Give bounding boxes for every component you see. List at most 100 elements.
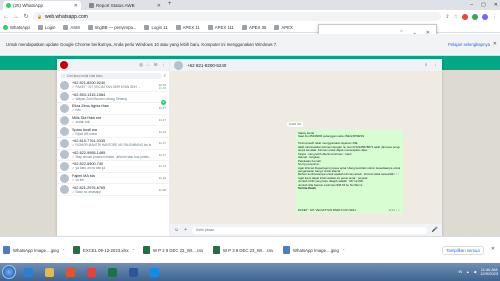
chat-list-item[interactable]: +62 822-6900-740 ✓ ya baru ah no abc jui 1… xyxy=(57,161,169,173)
chat-text: +62 821-2976-6765 ✓ Nasir no whasapp xyxy=(72,186,151,194)
message-bubble[interactable]: Salam kenal Saat ibu 25436606 pelanggan s… xyxy=(295,130,403,213)
chrome-icon xyxy=(86,267,96,277)
bookmark-item[interactable]: ImgBB — penyimpa... xyxy=(87,25,136,30)
message-input[interactable]: Ketik pesan xyxy=(192,226,427,234)
chat-list-item[interactable]: +62 853-1315-1584 ✓ Wayan Zuhri Bunan Lek… xyxy=(57,86,169,105)
microphone-icon[interactable]: 🎤 xyxy=(432,227,438,233)
chat-avatar xyxy=(60,185,69,195)
search-icon[interactable]: ⌕ xyxy=(425,62,428,68)
bookmark-item[interactable]: APEX xyxy=(274,25,293,30)
learn-more-link[interactable]: Pelajari selengkapnya xyxy=(448,42,490,47)
chat-list-item[interactable]: +62 821-8200-5240 ✓ PAKET : SIT VECIATYAN… xyxy=(57,80,169,92)
chat-text: Milis Dia Haw me ✓ sudah kok xyxy=(72,116,151,124)
chat-search-input[interactable]: ⌕ Cari atau mulai chat baru xyxy=(60,72,162,79)
extension-icon[interactable] xyxy=(472,13,478,20)
chat-list-item[interactable]: Eliza Zimo Agnia Haw ✓ foto 11.47 xyxy=(57,103,169,115)
download-filename: W P 3 8 DEC 23_WI....csv xyxy=(223,247,274,253)
forward-icon[interactable]: → xyxy=(13,14,19,20)
chat-meta: 11.08 xyxy=(154,188,166,192)
contact-name[interactable]: +62 821-8200-5240 xyxy=(187,63,226,68)
tab-whatsapp[interactable]: (25) WhatsApp ✕ xyxy=(3,1,81,10)
back-icon[interactable]: ← xyxy=(3,14,9,20)
chat-avatar xyxy=(60,103,69,113)
contact-avatar[interactable] xyxy=(174,60,183,70)
bookmark-item[interactable]: APEX 111 xyxy=(207,25,234,30)
explorer-taskbar-button[interactable] xyxy=(40,265,58,279)
start-button[interactable] xyxy=(2,265,16,279)
menu-icon[interactable]: ⋮ xyxy=(434,62,439,68)
chat-preview: ✓ NOMOR MANTRI HANTORE NE PALEMBANG kiu … xyxy=(72,143,151,148)
chat-list-item[interactable]: Fajimi MA sta ✓ ok km 11.10 xyxy=(57,173,169,185)
download-filename: W P 2 9 DEC 23_WI....csv xyxy=(153,247,204,253)
chat-time: 11.37 xyxy=(158,118,166,123)
download-item[interactable]: EXCEL 09-12-2023.xlsx ⌃ xyxy=(73,241,135,260)
profile-avatar[interactable] xyxy=(482,13,488,20)
network-icon[interactable]: ▲ xyxy=(466,270,469,274)
status-icon[interactable]: ◌ xyxy=(147,62,150,68)
filter-icon[interactable]: ≡ xyxy=(164,73,166,78)
tab-title: (25) WhatsApp xyxy=(13,3,44,8)
extension-icon[interactable] xyxy=(462,13,468,20)
chat-time: 11.08 xyxy=(158,187,166,192)
volume-icon[interactable]: ◀ xyxy=(474,270,477,274)
browser-tab-bar: (25) WhatsApp ✕ Report Status AWB ✕ + – … xyxy=(0,0,500,10)
chrome-taskbar-button[interactable] xyxy=(82,265,100,279)
bookmark-item[interactable]: APEX 11 xyxy=(175,25,200,30)
close-tab-icon[interactable]: ✕ xyxy=(74,3,78,9)
reload-icon[interactable]: ↻ xyxy=(23,13,29,20)
address-bar[interactable]: 🔒 web.whatsapp.com xyxy=(33,12,442,21)
close-window-button[interactable]: ✕ xyxy=(494,2,498,8)
close-downloads-icon[interactable]: ✕ xyxy=(491,246,495,252)
maximize-button[interactable]: ▢ xyxy=(481,2,486,8)
bookmark-item[interactable]: WhatsApp xyxy=(3,25,30,30)
conversation-header[interactable]: +62 821-8200-5240 ⌕ ⋮ xyxy=(170,59,442,71)
chat-list-item[interactable]: Spam busti wa ✓ Ripot Wil mahe 11.23 xyxy=(57,126,169,138)
download-items: WhatsApp Image....jpeg ⌃ EXCEL 09-12-2023.… xyxy=(3,241,353,260)
tab-report-status[interactable]: Report Status AWB ✕ xyxy=(86,1,164,10)
star-icon[interactable]: ☆ xyxy=(454,14,458,20)
chat-list-item[interactable]: +62 821-2976-6765 ✓ Nasir no whasapp 11.08 xyxy=(57,184,169,196)
menu-icon[interactable]: ⋮ xyxy=(162,62,167,68)
chat-list-item[interactable]: +62 815-7761-0335 ✓ NOMOR MANTRI HANTORE … xyxy=(57,138,169,150)
ie-taskbar-button[interactable] xyxy=(19,265,37,279)
bookmark-item[interactable]: APEX 35 xyxy=(241,25,266,30)
chat-list-item[interactable]: Milis Dia Haw me ✓ sudah kok 11.37 xyxy=(57,115,169,127)
show-all-downloads-button[interactable]: Tampilkan semua xyxy=(442,246,484,255)
language-indicator[interactable]: IN xyxy=(459,270,463,274)
bookmark-item[interactable]: Login xyxy=(37,25,55,30)
clock[interactable]: 11:46 AM 12/9/2023 xyxy=(480,267,498,277)
excel-taskbar-button[interactable] xyxy=(103,265,121,279)
message-text: PAKET : SIT VECIATYAN DMR KYAN SDH xyxy=(298,208,356,212)
communities-icon[interactable]: ◎ xyxy=(139,62,143,68)
chat-meta: 11.10 xyxy=(154,176,166,180)
download-item[interactable]: WhatsApp Image....jpeg ⌃ xyxy=(3,241,65,260)
attach-icon[interactable]: + xyxy=(184,227,187,233)
close-tab-icon[interactable]: ✕ xyxy=(157,3,161,9)
new-tab-button[interactable]: + xyxy=(168,1,172,7)
emoji-icon[interactable]: ☺ xyxy=(174,227,179,233)
chat-list-panel: ◎ ◌ ✉ ⋮ ⌕ Cari atau mulai chat baru ≡ +6… xyxy=(57,59,170,236)
chevron-up-icon[interactable]: ⌃ xyxy=(132,248,135,253)
chevron-up-icon[interactable]: ⌃ xyxy=(62,248,65,253)
new-chat-icon[interactable]: ✉ xyxy=(154,62,158,68)
profile-avatar[interactable] xyxy=(60,61,68,69)
bookmark-item[interactable]: Login 11 xyxy=(144,25,168,30)
teamviewer-taskbar-button[interactable] xyxy=(145,265,163,279)
menu-icon[interactable]: ⋮ xyxy=(492,14,497,20)
chat-preview: ✓ Siap sesuai proses nomber...tkla kel s… xyxy=(72,154,151,159)
word-taskbar-button[interactable] xyxy=(124,265,142,279)
chat-time: 11.10 xyxy=(158,176,166,181)
close-infobar-icon[interactable]: ✕ xyxy=(493,41,497,47)
page-tab-icon xyxy=(89,3,94,8)
chat-list-item[interactable]: +62 822-9955-1485 ✓ Siap sesuai proses no… xyxy=(57,150,169,162)
message-bubble[interactable]: PAKET : SIT VECIATYAN DMR KYAN SDH 12.10… xyxy=(295,206,403,214)
download-item[interactable]: W P 3 8 DEC 23_WI....csv⌃ xyxy=(213,241,275,260)
chevron-up-icon[interactable]: ⌃ xyxy=(342,248,345,253)
media-taskbar-button[interactable] xyxy=(61,265,79,279)
bookmark-item[interactable]: ASM xyxy=(63,25,80,30)
download-item[interactable]: WhatsApp Image....jpeg ⌃ xyxy=(283,241,345,260)
download-item[interactable]: W P 2 9 DEC 23_WI....csv⌃ xyxy=(143,241,205,260)
message-time: 12.10 ✓✓ xyxy=(388,208,400,212)
minimize-button[interactable]: – xyxy=(470,2,473,8)
share-icon[interactable]: ⇪ xyxy=(445,14,449,20)
